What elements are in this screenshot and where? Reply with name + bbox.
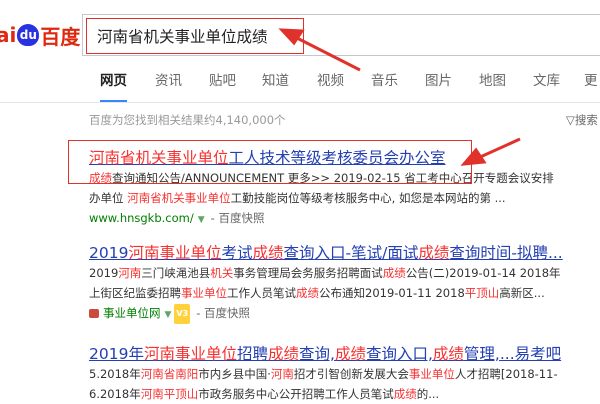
abstract-highlight: 河南省机关事业单位 bbox=[127, 191, 231, 205]
tab-wenku[interactable]: 文库 bbox=[533, 62, 560, 100]
search-tools-label: 搜索 bbox=[574, 113, 598, 127]
search-input[interactable] bbox=[95, 22, 499, 50]
search-tabs: 网页 资讯 贴吧 知道 视频 音乐 图片 地图 文库 更 bbox=[0, 62, 600, 103]
result-site-name[interactable]: 事业单位网 bbox=[103, 306, 161, 320]
result-title-link[interactable]: 河南省机关事业单位工人技术等级考核委员会办公室 bbox=[89, 148, 600, 168]
result-url-line: www.hnsgkb.com/ ▼ - 百度快照 bbox=[89, 208, 600, 230]
tab-web[interactable]: 网页 bbox=[100, 62, 127, 102]
logo-text-left: ai bbox=[0, 23, 17, 47]
tab-music[interactable]: 音乐 bbox=[371, 62, 398, 100]
filter-icon: ▽ bbox=[566, 113, 575, 127]
tab-video[interactable]: 视频 bbox=[317, 62, 344, 100]
header-bar: ai du 百度 bbox=[0, 0, 600, 62]
abstract-text: 办单位 bbox=[89, 191, 128, 205]
site-favicon-icon bbox=[89, 309, 99, 318]
paw-icon: du bbox=[17, 24, 40, 46]
result-item: 2019年河南事业单位招聘成绩查询,成绩查询入口,成绩管理,...易考吧 5.2… bbox=[89, 344, 600, 404]
tab-zhidao[interactable]: 知道 bbox=[262, 62, 289, 100]
baidu-logo[interactable]: ai du 百度 bbox=[0, 18, 80, 52]
dropdown-caret-icon[interactable]: ▼ bbox=[198, 215, 205, 225]
title-highlight: 河南省机关事业单位 bbox=[89, 149, 229, 167]
result-source-line: 事业单位网 ▼ V3 - 百度快照 bbox=[89, 303, 600, 325]
tab-tieba[interactable]: 贴吧 bbox=[209, 62, 236, 100]
result-meta: 百度为您找到相关结果约4,140,000个 ▽搜索 bbox=[0, 110, 600, 132]
logo-text-right: 百度 bbox=[40, 24, 81, 49]
result-count: 百度为您找到相关结果约4,140,000个 bbox=[89, 113, 286, 127]
result-abstract-line: 成绩查询通知公告/ANNOUNCEMENT 更多>> 2019-02-15 省工… bbox=[89, 168, 600, 188]
tab-more[interactable]: 更 bbox=[584, 62, 598, 100]
v3-badge-icon: V3 bbox=[174, 303, 191, 324]
result-title-link[interactable]: 2019年河南事业单位招聘成绩查询,成绩查询入口,成绩管理,...易考吧 bbox=[89, 344, 600, 364]
search-tools-button[interactable]: ▽搜索 bbox=[566, 112, 598, 128]
dropdown-caret-icon[interactable]: ▼ bbox=[165, 310, 172, 320]
abstract-text: 查询通知公告/ANNOUNCEMENT 更多>> 2019-02-15 省工考中… bbox=[112, 171, 554, 185]
result-title-link[interactable]: 2019河南事业单位考试成绩查询入口-笔试/面试成绩查询时间-拟聘... bbox=[89, 243, 600, 263]
result-abstract-line: 6.2018年河南平顶山市政务服务中心公开招聘工作人员笔试成绩的... bbox=[89, 387, 440, 401]
title-rest: 工人技术等级考核委员会办公室 bbox=[228, 149, 446, 167]
snapshot-link[interactable]: 百度快照 bbox=[218, 211, 264, 225]
tab-images[interactable]: 图片 bbox=[425, 62, 452, 100]
search-box[interactable] bbox=[82, 14, 600, 56]
result-abstract-line: 2019河南三门峡渑池县机关事务管理局会务服务招聘面试成绩公告(二)2019-0… bbox=[89, 266, 561, 280]
abstract-text: 工勤技能岗位等级考核服务中心, 如您是本网站的第 ... bbox=[230, 191, 506, 205]
result-url[interactable]: www.hnsgkb.com/ bbox=[89, 211, 194, 225]
result-abstract-line: 办单位 河南省机关事业单位工勤技能岗位等级考核服务中心, 如您是本网站的第 ..… bbox=[89, 188, 600, 208]
result-abstract-line: 5.2018年河南省南阳市内乡县中国·河南招才引智创新发展大会事业单位人才招聘[… bbox=[89, 367, 558, 381]
tab-news[interactable]: 资讯 bbox=[155, 62, 182, 100]
result-abstract-line: 上街区纪监委招聘事业单位工作人员笔试成绩公布通知2019-01-11 2018平… bbox=[89, 286, 545, 300]
abstract-highlight: 成绩 bbox=[89, 171, 112, 185]
result-item: 河南省机关事业单位工人技术等级考核委员会办公室 成绩查询通知公告/ANNOUNC… bbox=[89, 148, 600, 230]
snapshot-link[interactable]: 百度快照 bbox=[204, 306, 250, 320]
tab-maps[interactable]: 地图 bbox=[479, 62, 506, 100]
result-item: 2019河南事业单位考试成绩查询入口-笔试/面试成绩查询时间-拟聘... 201… bbox=[89, 243, 600, 325]
snapshot-link-wrap: - 百度快照 bbox=[210, 211, 265, 225]
snapshot-link-wrap: - 百度快照 bbox=[196, 306, 250, 320]
